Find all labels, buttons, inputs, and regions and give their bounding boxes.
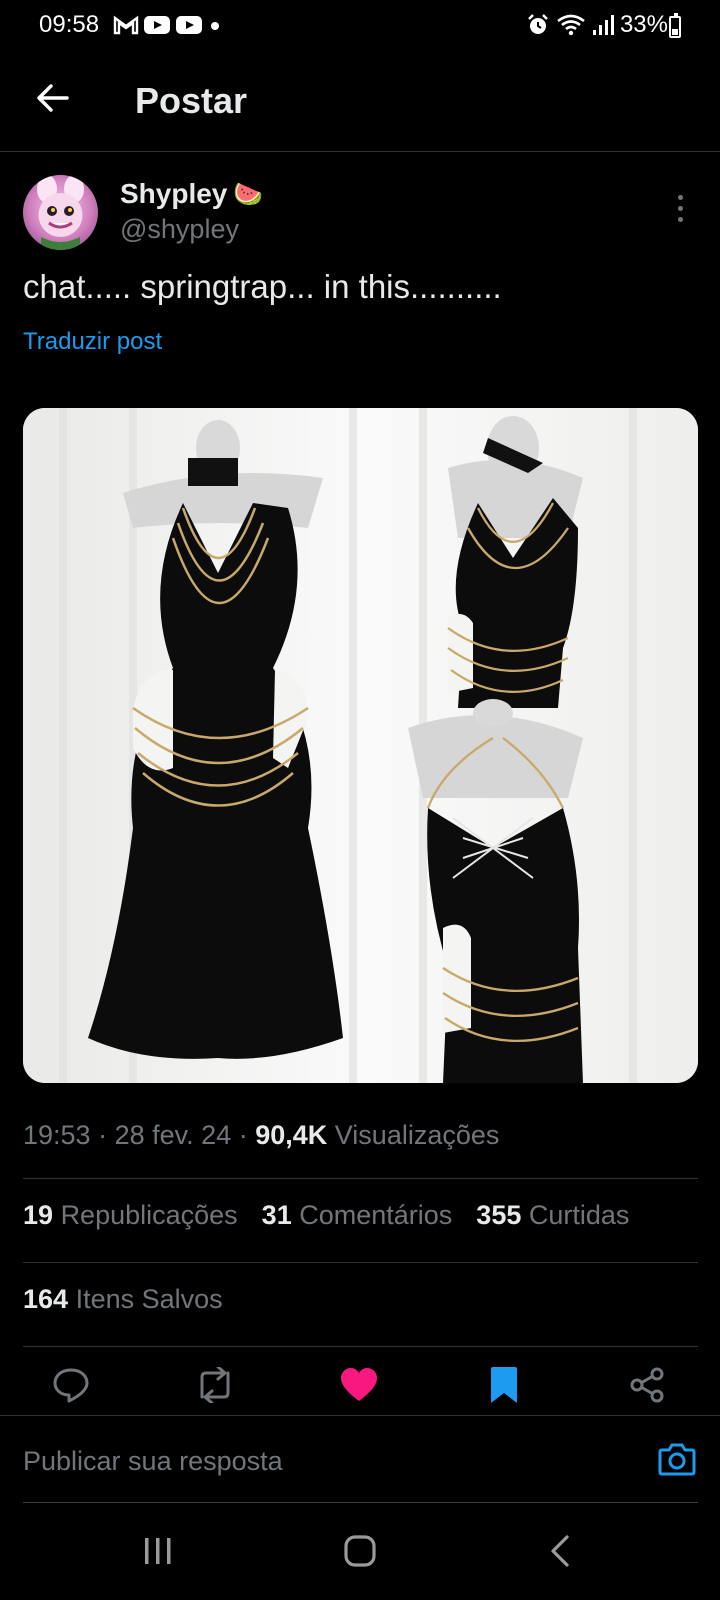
gmail-icon (113, 15, 139, 35)
views-count: 90,4K (255, 1120, 328, 1150)
divider (23, 1346, 698, 1347)
youtube-icon-2 (176, 16, 202, 34)
more-options-button[interactable] (668, 190, 692, 226)
dot-icon (211, 22, 219, 30)
post-text: chat..... springtrap... in this.........… (23, 268, 502, 305)
notification-icons (113, 14, 223, 36)
reposts-stat[interactable]: 19 Republicações (23, 1200, 238, 1231)
divider (23, 1178, 698, 1179)
wifi-icon (557, 14, 585, 36)
status-time: 09:58 (39, 11, 100, 38)
repost-icon (200, 1367, 230, 1403)
comment-icon (53, 1368, 89, 1403)
back-button[interactable] (30, 76, 74, 120)
action-bar (0, 1360, 720, 1416)
post-image[interactable] (23, 408, 698, 1083)
more-dot-icon (677, 205, 683, 211)
reply-input[interactable]: Publicar sua resposta (23, 1446, 283, 1477)
system-back-button[interactable] (530, 1526, 590, 1576)
post-meta: 19:53 · 28 fev. 24 · 90,4K Visualizações (23, 1120, 499, 1151)
post-time: 19:53 (23, 1120, 91, 1150)
battery-percent: 33% (619, 11, 668, 38)
dress-photo (23, 408, 698, 1083)
likes-count: 355 (476, 1200, 522, 1230)
more-dot-icon (677, 194, 683, 200)
home-button[interactable] (330, 1526, 390, 1576)
chevron-left-icon (551, 1535, 569, 1567)
repost-button[interactable] (190, 1360, 240, 1410)
author-name-text: Shypley (120, 178, 228, 209)
comments-count: 31 (261, 1200, 292, 1230)
likes-stat[interactable]: 355 Curtidas (476, 1200, 629, 1231)
top-app-bar: Postar (0, 54, 720, 152)
likes-label: Curtidas (528, 1200, 630, 1230)
home-icon (344, 1535, 376, 1567)
share-button[interactable] (622, 1360, 672, 1410)
saves-stat[interactable]: 164 Itens Salvos (23, 1284, 223, 1315)
engagement-stats: 19 Republicações 31 Comentários 355 Curt… (23, 1200, 629, 1231)
share-icon (630, 1367, 664, 1403)
camera-icon (658, 1443, 696, 1476)
status-right: 33% (526, 11, 668, 39)
like-button[interactable] (334, 1360, 384, 1410)
translate-post-link[interactable]: Traduzir post (23, 328, 162, 356)
reposts-label: Republicações (60, 1200, 238, 1230)
author-handle[interactable]: @shypley (120, 214, 239, 245)
signal-icon (592, 15, 614, 35)
arrow-left-icon (37, 84, 69, 112)
recent-apps-button[interactable] (128, 1526, 188, 1576)
comments-stat[interactable]: 31 Comentários (262, 1200, 453, 1231)
page-title: Postar (135, 80, 248, 121)
comments-label: Comentários (299, 1200, 453, 1230)
camera-button[interactable] (652, 1434, 702, 1484)
reply-button[interactable] (46, 1360, 96, 1410)
heart-icon (341, 1368, 377, 1401)
alarm-icon (528, 14, 548, 34)
separator: · (98, 1120, 115, 1150)
bookmark-button[interactable] (479, 1360, 529, 1410)
reposts-count: 19 (23, 1200, 54, 1230)
status-bar: 09:58 33% (0, 0, 720, 54)
views-label: Visualizações (334, 1120, 500, 1150)
author-emoji: 🍉 (233, 180, 264, 208)
author-name[interactable]: Shypley 🍉 (120, 178, 263, 210)
reply-underline (23, 1502, 698, 1503)
saves-label: Itens Salvos (75, 1284, 223, 1314)
system-nav-bar (0, 1504, 720, 1600)
battery-icon (669, 13, 681, 38)
post-date: 28 fev. 24 (114, 1120, 232, 1150)
more-dot-icon (677, 216, 683, 222)
bookmark-icon (491, 1367, 517, 1403)
reply-bar: Publicar sua resposta (0, 1415, 720, 1503)
youtube-icon (144, 16, 170, 34)
avatar-image (37, 175, 84, 250)
separator: · (238, 1120, 256, 1150)
recents-icon (145, 1538, 171, 1564)
divider (23, 1262, 698, 1263)
avatar[interactable] (23, 175, 98, 250)
saves-count: 164 (23, 1284, 69, 1314)
